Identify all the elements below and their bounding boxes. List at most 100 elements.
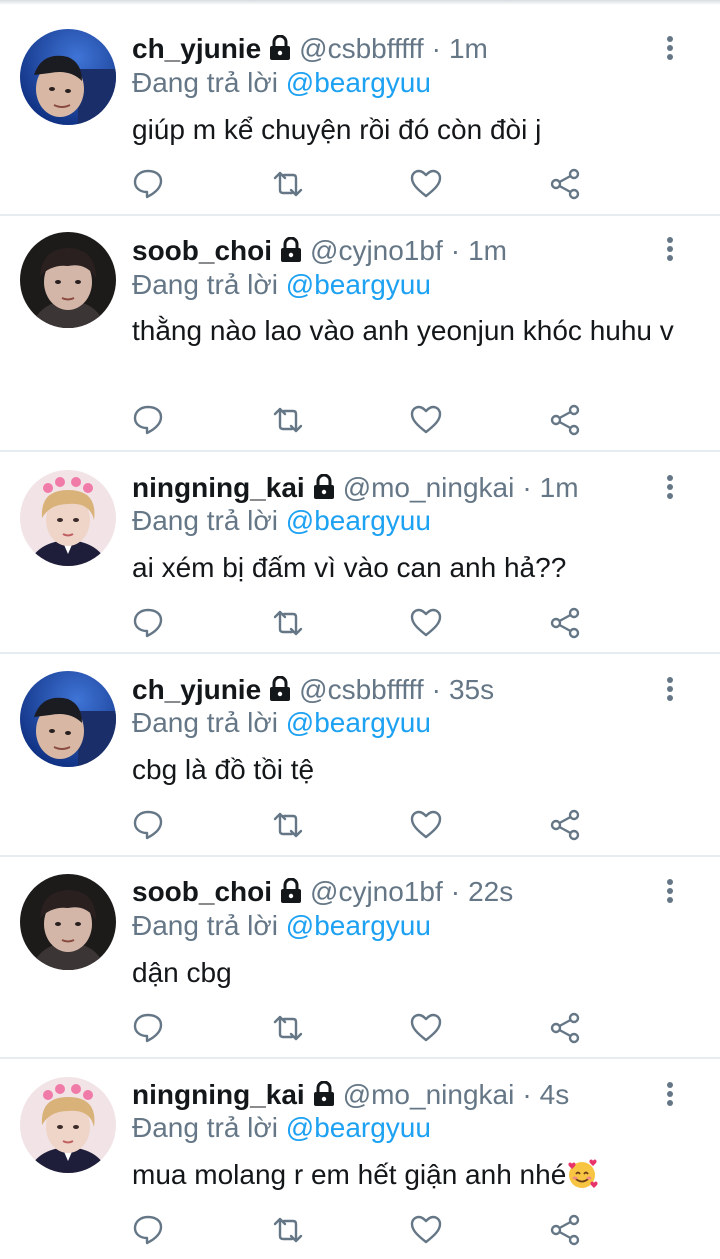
like-icon[interactable] <box>409 606 443 640</box>
timestamp[interactable]: 1m <box>468 235 507 267</box>
more-vertical-icon[interactable] <box>660 34 680 64</box>
reply-prefix: Đang trả lời <box>132 1112 278 1143</box>
separator: · <box>522 472 532 503</box>
user-handle[interactable]: @csbbfffff <box>299 33 423 65</box>
retweet-icon[interactable] <box>271 403 305 437</box>
tweet-header: ch_yjunie @csbbfffff · 35s <box>132 672 494 708</box>
reply-context: Đang trả lời @beargyuu <box>132 269 431 301</box>
reply-icon[interactable] <box>131 606 165 640</box>
timestamp[interactable]: 1m <box>449 33 488 65</box>
retweet-icon[interactable] <box>271 808 305 842</box>
avatar[interactable] <box>20 29 116 125</box>
tweet-text: dận cbg <box>132 957 232 988</box>
reply-mention[interactable]: @beargyuu <box>286 707 431 738</box>
reply-icon[interactable] <box>131 1213 165 1247</box>
user-handle[interactable]: @mo_ningkai <box>343 1079 515 1111</box>
reply-icon[interactable] <box>131 808 165 842</box>
tweet-text: giúp m kể chuyện rồi đó còn đòi j <box>132 114 542 145</box>
reply-context: Đang trả lời @beargyuu <box>132 707 431 739</box>
user-handle[interactable]: @cyjno1bf <box>310 876 443 908</box>
separator: · <box>431 674 441 705</box>
display-name[interactable]: ch_yjunie <box>132 33 261 65</box>
separator: · <box>450 235 461 266</box>
tweet[interactable]: soob_choi @cyjno1bf · 1m Đang trả lời @b… <box>0 216 720 452</box>
like-icon[interactable] <box>409 1011 443 1045</box>
like-icon[interactable] <box>409 167 443 201</box>
reply-context: Đang trả lời @beargyuu <box>132 505 431 537</box>
more-vertical-icon[interactable] <box>660 1080 680 1110</box>
tweet-header: ch_yjunie @csbbfffff · 1m <box>132 31 488 67</box>
tweet-header: soob_choi @cyjno1bf · 22s <box>132 874 513 910</box>
timestamp[interactable]: 22s <box>468 876 513 908</box>
share-icon[interactable] <box>548 167 582 201</box>
retweet-icon[interactable] <box>271 1213 305 1247</box>
more-vertical-icon[interactable] <box>660 473 680 503</box>
reply-icon[interactable] <box>131 1011 165 1045</box>
avatar[interactable] <box>20 232 116 328</box>
retweet-icon[interactable] <box>271 1011 305 1045</box>
share-icon[interactable] <box>548 1213 582 1247</box>
tweet-text: cbg là đồ tồi tệ <box>132 754 315 785</box>
reply-prefix: Đang trả lời <box>132 910 278 941</box>
reply-prefix: Đang trả lời <box>132 269 278 300</box>
separator: · <box>522 1079 532 1110</box>
lock-icon <box>313 1081 334 1106</box>
reply-prefix: Đang trả lời <box>132 505 278 536</box>
like-icon[interactable] <box>409 403 443 437</box>
reply-mention[interactable]: @beargyuu <box>286 1112 431 1143</box>
tweet[interactable]: soob_choi @cyjno1bf · 22s Đang trả lời @… <box>0 857 720 1059</box>
timestamp[interactable]: 4s <box>540 1079 570 1111</box>
reply-context: Đang trả lời @beargyuu <box>132 910 431 942</box>
smiling-face-with-hearts-emoji <box>568 1159 598 1188</box>
reply-mention[interactable]: @beargyuu <box>286 269 431 300</box>
avatar[interactable] <box>20 671 116 767</box>
avatar[interactable] <box>20 874 116 970</box>
reply-mention[interactable]: @beargyuu <box>286 67 431 98</box>
tweet-text: thằng nào lao vào anh yeonjun khóc huhu … <box>132 315 674 346</box>
timestamp[interactable]: 1m <box>540 472 579 504</box>
share-icon[interactable] <box>548 808 582 842</box>
reply-icon[interactable] <box>131 167 165 201</box>
lock-icon <box>270 35 291 60</box>
tweet-text: ai xém bị đấm vì vào can anh hả?? <box>132 552 567 583</box>
reply-context: Đang trả lời @beargyuu <box>132 67 431 99</box>
reply-prefix: Đang trả lời <box>132 67 278 98</box>
reply-mention[interactable]: @beargyuu <box>286 505 431 536</box>
display-name[interactable]: soob_choi <box>132 235 272 267</box>
retweet-icon[interactable] <box>271 167 305 201</box>
more-vertical-icon[interactable] <box>660 235 680 265</box>
user-handle[interactable]: @cyjno1bf <box>310 235 443 267</box>
lock-icon <box>270 676 291 701</box>
share-icon[interactable] <box>548 1011 582 1045</box>
user-handle[interactable]: @mo_ningkai <box>343 472 515 504</box>
user-handle[interactable]: @csbbfffff <box>299 674 423 706</box>
like-icon[interactable] <box>409 1213 443 1247</box>
share-icon[interactable] <box>548 606 582 640</box>
lock-icon <box>313 474 334 499</box>
tweet[interactable]: ningning_kai @mo_ningkai · 4s Đang trả l… <box>0 1059 720 1259</box>
tweet[interactable]: ch_yjunie @csbbfffff · 1m Đang trả lời @… <box>0 0 720 216</box>
tweet-text-content: mua molang r em hết giận anh nhé <box>132 1159 567 1190</box>
avatar[interactable] <box>20 470 116 566</box>
display-name[interactable]: ningning_kai <box>132 472 305 504</box>
more-vertical-icon[interactable] <box>660 877 680 907</box>
share-icon[interactable] <box>548 403 582 437</box>
display-name[interactable]: soob_choi <box>132 876 272 908</box>
avatar[interactable] <box>20 1077 116 1173</box>
tweet-header: ningning_kai @mo_ningkai · 4s <box>132 1077 569 1113</box>
reply-icon[interactable] <box>131 403 165 437</box>
reply-mention[interactable]: @beargyuu <box>286 910 431 941</box>
timestamp[interactable]: 35s <box>449 674 494 706</box>
display-name[interactable]: ningning_kai <box>132 1079 305 1111</box>
separator: · <box>450 876 461 907</box>
tweet-text: mua molang r em hết giận anh nhé <box>132 1157 692 1193</box>
more-vertical-icon[interactable] <box>660 675 680 705</box>
reply-prefix: Đang trả lời <box>132 707 278 738</box>
separator: · <box>431 33 441 64</box>
lock-icon <box>281 878 302 903</box>
display-name[interactable]: ch_yjunie <box>132 674 261 706</box>
tweet[interactable]: ch_yjunie @csbbfffff · 35s Đang trả lời … <box>0 654 720 857</box>
like-icon[interactable] <box>409 808 443 842</box>
retweet-icon[interactable] <box>271 606 305 640</box>
tweet[interactable]: ningning_kai @mo_ningkai · 1m Đang trả l… <box>0 452 720 654</box>
